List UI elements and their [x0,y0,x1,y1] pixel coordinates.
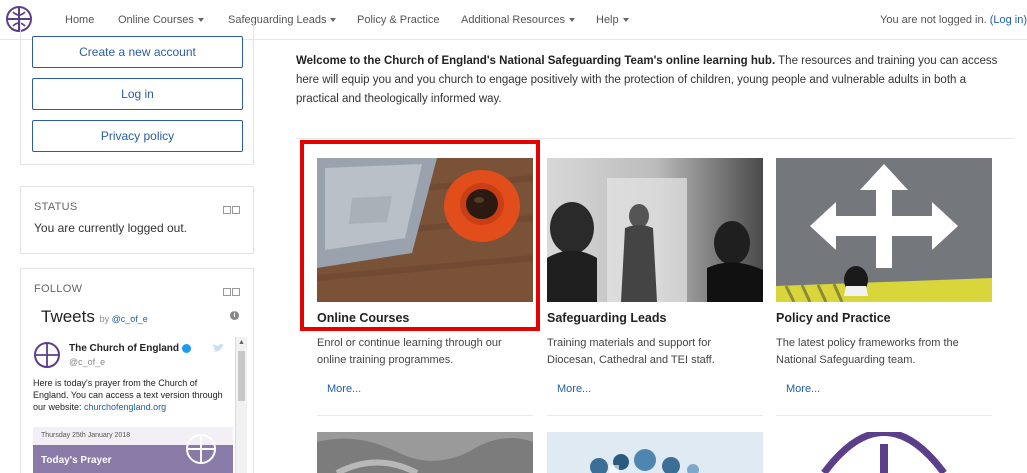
block-collapse-icon[interactable] [223,203,241,214]
more-link[interactable]: More... [327,383,361,395]
caret-down-icon [330,18,337,23]
caret-down-icon [622,18,629,23]
church-of-england-logo-icon [186,434,216,464]
card-image-row2-logo[interactable] [776,432,992,473]
tweet-text: Here is today's prayer from the Church o… [33,378,223,412]
nav-additional-resources[interactable]: Additional Resources [461,14,575,26]
info-icon[interactable]: i [230,311,239,320]
login-button[interactable]: Log in [32,78,243,110]
status-text: You are currently logged out. [34,221,187,235]
tweet-scrollbar[interactable]: ▲ [235,337,247,473]
caret-down-icon [568,18,575,23]
card-description: Enrol or continue learning through our o… [317,337,502,366]
avatar[interactable] [33,341,61,369]
card-title[interactable]: Policy and Practice [776,311,891,325]
divider [317,415,533,416]
create-account-button[interactable]: Create a new account [32,36,243,68]
tweet-image-date: Thursday 25th January 2018 [41,432,131,439]
card-image-row2-hands[interactable] [317,432,533,473]
card-description: The latest policy frameworks from the Na… [776,337,959,366]
more-link[interactable]: More... [557,383,591,395]
more-link[interactable]: More... [786,383,820,395]
verified-icon [182,343,191,353]
tweet-image[interactable]: Thursday 25th January 2018 Today's Praye… [33,427,233,473]
status-block: STATUS You are currently logged out. [20,186,254,254]
tweets-title[interactable]: Tweets by @c_of_e [41,307,148,327]
card-title[interactable]: Safeguarding Leads [547,311,666,325]
card-description: Training materials and support for Dioce… [547,337,715,366]
tweet-link[interactable]: churchofengland.org [84,402,166,412]
nav-help[interactable]: Help [596,14,629,26]
tweet-image-title: Today's Prayer [41,455,112,466]
divider [776,415,992,416]
scrollbar-thumb[interactable] [238,351,245,401]
card-image-road-arrows[interactable] [776,158,992,302]
highlight-box [300,140,540,331]
twitter-bird-icon[interactable] [211,343,225,353]
follow-block: FOLLOW Tweets by @c_of_e i The Church of… [20,268,254,473]
card-image-row2-digital[interactable] [547,432,763,473]
scroll-up-icon[interactable]: ▲ [238,339,245,347]
tweet-feed[interactable]: The Church of England @c_of_e Here is to… [33,337,249,473]
divider [296,138,1014,139]
nav-policy-practice[interactable]: Policy & Practice [357,14,440,26]
divider [547,415,763,416]
status-heading: STATUS [34,201,78,213]
tweets-by: by @c_of_e [99,314,148,324]
block-collapse-icon[interactable] [223,285,241,296]
tweet-handle[interactable]: @c_of_e [69,357,105,367]
intro-text: Welcome to the Church of England's Natio… [296,55,998,105]
card-image-seminar[interactable] [547,158,763,302]
follow-heading: FOLLOW [34,283,83,295]
privacy-policy-button[interactable]: Privacy policy [32,120,243,152]
tweet-author-name[interactable]: The Church of England [69,343,191,354]
login-link[interactable]: (Log in) [990,14,1027,26]
login-status: You are not logged in. (Log in) [880,14,1027,26]
